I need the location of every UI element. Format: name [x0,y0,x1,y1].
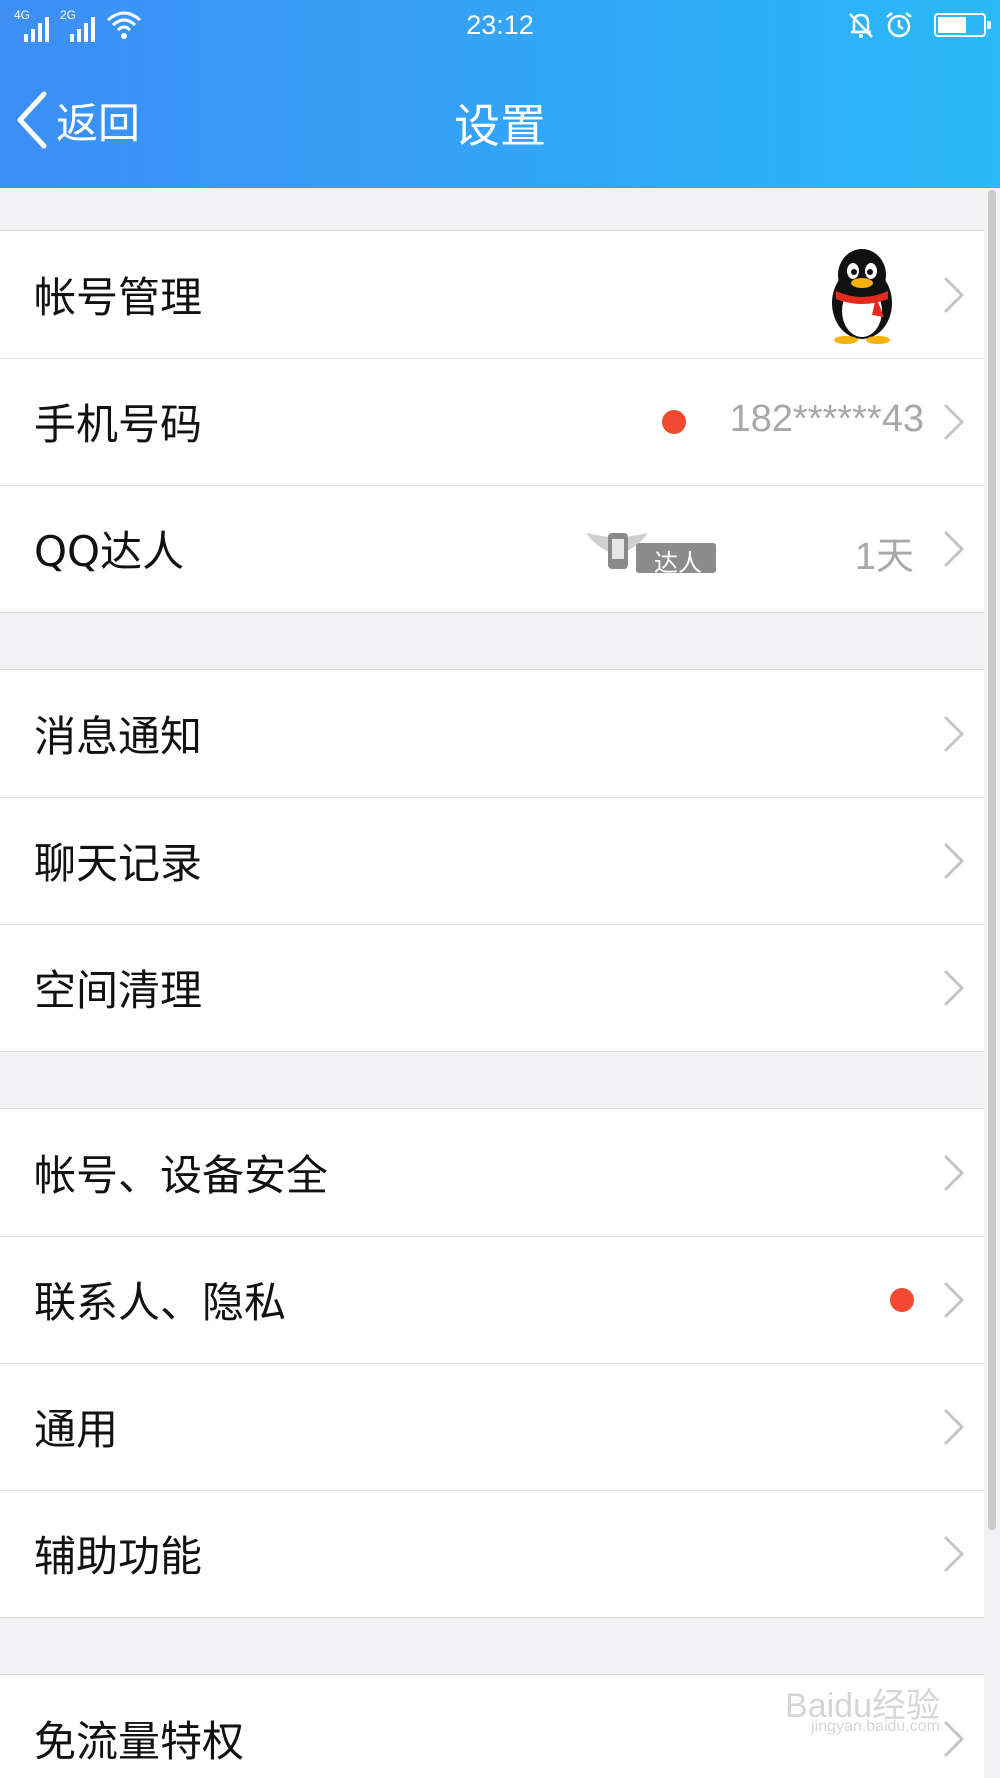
phone-number-value: 182******43 [729,397,924,440]
chevron-right-icon [944,1536,964,1571]
chevron-right-icon [944,1409,964,1444]
chevron-right-icon [944,970,964,1005]
row-storage-cleanup[interactable]: 空间清理 [0,924,984,1051]
page-title: 设置 [454,99,546,153]
chevron-right-icon [944,531,964,566]
row-label: 手机号码 [34,400,203,449]
red-dot-badge [662,409,686,434]
row-label: 通用 [34,1405,119,1454]
qq-penguin-avatar [832,248,892,344]
top-bar: 4G 2G 23:12 返回 设置 [0,0,1000,188]
daren-badge-text: 达人 [654,548,702,577]
row-label: 联系人、隐私 [34,1278,287,1327]
chevron-right-icon [944,843,964,878]
row-accessibility[interactable]: 辅助功能 [0,1490,984,1617]
status-bar: 4G 2G 23:12 [0,0,1000,52]
row-label: 帐号、设备安全 [34,1151,329,1200]
mute-bell-icon [849,13,873,38]
row-label: 辅助功能 [34,1532,203,1581]
row-label: 消息通知 [34,712,203,761]
row-label: 空间清理 [34,966,203,1015]
row-label: 免流量特权 [34,1717,245,1766]
row-account-device-security[interactable]: 帐号、设备安全 [0,1109,984,1236]
row-qq-daren[interactable]: QQ达人 达人 1天 [0,485,984,612]
daren-days-value: 1天 [854,535,914,578]
row-contacts-privacy[interactable]: 联系人、隐私 [0,1236,984,1363]
alarm-icon [886,12,912,38]
row-label: 聊天记录 [34,839,203,888]
row-account-management[interactable]: 帐号管理 [0,231,984,358]
settings-group-security: 帐号、设备安全 联系人、隐私 通用 辅助功能 [0,1108,984,1618]
chevron-right-icon [944,277,964,312]
watermark: Baidu经验 jingyan.baidu.com [740,1678,940,1738]
settings-group-messages: 消息通知 聊天记录 空间清理 [0,669,984,1052]
row-message-notifications[interactable]: 消息通知 [0,670,984,797]
chevron-right-icon [944,404,964,439]
battery-icon [934,13,991,37]
chevron-right-icon [944,1155,964,1190]
row-phone-number[interactable]: 手机号码 182******43 [0,358,984,485]
settings-group-account: 帐号管理 手机号码 182******43 QQ达人 达人 1天 [0,230,984,613]
settings-list: 帐号管理 手机号码 182******43 QQ达人 达人 1天 消息通知 聊天… [0,188,984,1778]
row-label: 帐号管理 [34,273,203,322]
chevron-right-icon [944,716,964,751]
scrollbar[interactable] [988,190,996,1530]
row-general[interactable]: 通用 [0,1363,984,1490]
watermark-url: jingyan.baidu.com [811,1718,940,1735]
red-dot-badge [890,1287,914,1312]
row-chat-history[interactable]: 聊天记录 [0,797,984,924]
chevron-right-icon [944,1721,964,1756]
row-label: QQ达人 [34,527,185,576]
chevron-right-icon [944,1282,964,1317]
daren-badge-icon: 达人 [582,523,716,577]
